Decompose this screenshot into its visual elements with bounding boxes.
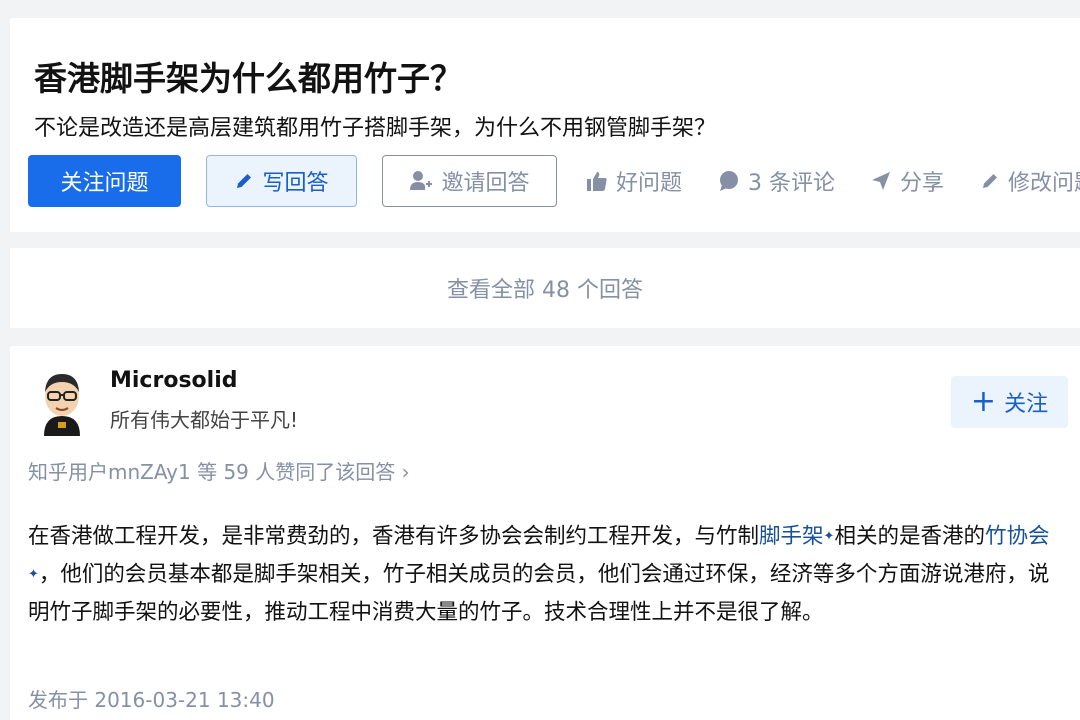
author-bio: 所有伟大都始于平凡! — [110, 408, 299, 432]
edit-question-button[interactable]: 修改问题 — [980, 155, 1080, 207]
write-answer-label: 写回答 — [262, 171, 329, 196]
share-label: 分享 — [900, 171, 945, 196]
sparkle-icon: ✦ — [28, 567, 39, 582]
sparkle-icon: ✦ — [823, 529, 835, 544]
invite-answer-button[interactable]: 邀请回答 — [382, 155, 557, 207]
answer-text-part1: 在香港做工程开发，是非常费劲的，香港有许多协会会制约工程开发，与竹制 — [28, 524, 760, 549]
view-all-answers-button[interactable]: 查看全部 48 个回答 — [10, 248, 1080, 328]
plus-icon: + — [970, 384, 997, 419]
author-name[interactable]: Microsolid — [110, 368, 237, 393]
upvote-text: 知乎用户mnZAy1 等 59 人赞同了该回答 — [28, 460, 396, 484]
edit-question-label: 修改问题 — [1008, 171, 1080, 196]
link-bamboo-association[interactable]: 竹协会 — [985, 524, 1050, 549]
write-answer-button[interactable]: 写回答 — [206, 155, 357, 207]
link-scaffold[interactable]: 脚手架 — [759, 524, 824, 549]
invite-user-icon — [410, 171, 433, 190]
paper-plane-icon — [872, 172, 890, 190]
chevron-right-icon: › — [401, 460, 410, 484]
comments-label: 3 条评论 — [748, 171, 835, 196]
question-card: 香港脚手架为什么都用竹子？ 不论是改造还是高层建筑都用竹子搭脚手架，为什么不用钢… — [10, 18, 1080, 232]
follow-author-button[interactable]: + 关注 — [951, 376, 1068, 428]
answer-body: 在香港做工程开发，是非常费劲的，香港有许多协会会制约工程开发，与竹制脚手架✦相关… — [28, 518, 1068, 632]
answer-card: Microsolid 所有伟大都始于平凡! + 关注 知乎用户mnZAy1 等 … — [10, 346, 1080, 720]
comments-button[interactable]: 3 条评论 — [718, 155, 835, 207]
view-all-answers-label: 查看全部 48 个回答 — [447, 278, 643, 303]
question-detail: 不论是改造还是高层建筑都用竹子搭脚手架，为什么不用钢管脚手架？ — [34, 116, 717, 141]
follow-author-label: 关注 — [1004, 392, 1049, 417]
answer-text-part2: 相关的是香港的 — [834, 524, 985, 549]
invite-answer-label: 邀请回答 — [441, 171, 530, 196]
comment-icon — [720, 171, 738, 191]
good-question-label: 好问题 — [616, 171, 683, 196]
pencil-icon — [237, 174, 252, 188]
publish-time[interactable]: 发布于 2016-03-21 13:40 — [28, 684, 275, 713]
pencil-icon — [983, 174, 997, 188]
avatar[interactable] — [36, 370, 88, 436]
answer-text-part3: ，他们的会员基本都是脚手架相关，竹子相关成员的会员，他们会通过环保，经济等多个方… — [28, 562, 1050, 625]
question-title[interactable]: 香港脚手架为什么都用竹子？ — [34, 52, 463, 100]
share-button[interactable]: 分享 — [870, 155, 944, 207]
good-question-button[interactable]: 好问题 — [586, 155, 682, 207]
thumbs-up-icon — [587, 172, 607, 191]
upvote-summary[interactable]: 知乎用户mnZAy1 等 59 人赞同了该回答 › — [28, 456, 410, 485]
follow-question-button[interactable]: 关注问题 — [28, 155, 181, 207]
